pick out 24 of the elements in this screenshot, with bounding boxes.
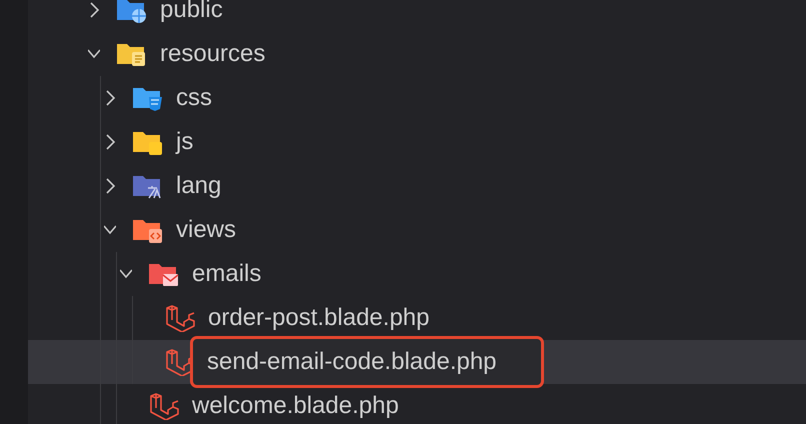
file-name[interactable]: send-email-code.blade.php — [207, 348, 497, 375]
folder-icon — [116, 0, 148, 24]
tree-row[interactable]: resources — [28, 32, 806, 76]
chevron-right-icon[interactable] — [88, 0, 100, 20]
tree-row[interactable]: order-post.blade.php — [28, 296, 806, 340]
chevron-right-icon[interactable] — [104, 132, 116, 152]
folder-name[interactable]: views — [176, 216, 236, 244]
folder-name[interactable]: css — [176, 84, 212, 112]
stacked-cubes-icon — [148, 392, 180, 420]
stacked-cubes-icon — [164, 304, 196, 332]
tree-row[interactable]: lang — [28, 164, 806, 208]
file-name[interactable]: welcome.blade.php — [192, 392, 399, 420]
file-name[interactable]: order-post.blade.php — [208, 304, 430, 332]
folder-name[interactable]: js — [176, 128, 194, 156]
chevron-right-icon[interactable] — [104, 176, 116, 196]
tree-row[interactable]: emails — [28, 252, 806, 296]
folder-name[interactable]: emails — [192, 260, 262, 288]
tree-row[interactable]: welcome.blade.php — [28, 384, 806, 424]
folder-name[interactable]: resources — [160, 40, 266, 68]
folder-name[interactable]: lang — [176, 172, 222, 200]
chevron-right-icon[interactable] — [104, 88, 116, 108]
tree-row[interactable]: css — [28, 76, 806, 120]
tree-row[interactable]: views — [28, 208, 806, 252]
tree-row[interactable]: js — [28, 120, 806, 164]
